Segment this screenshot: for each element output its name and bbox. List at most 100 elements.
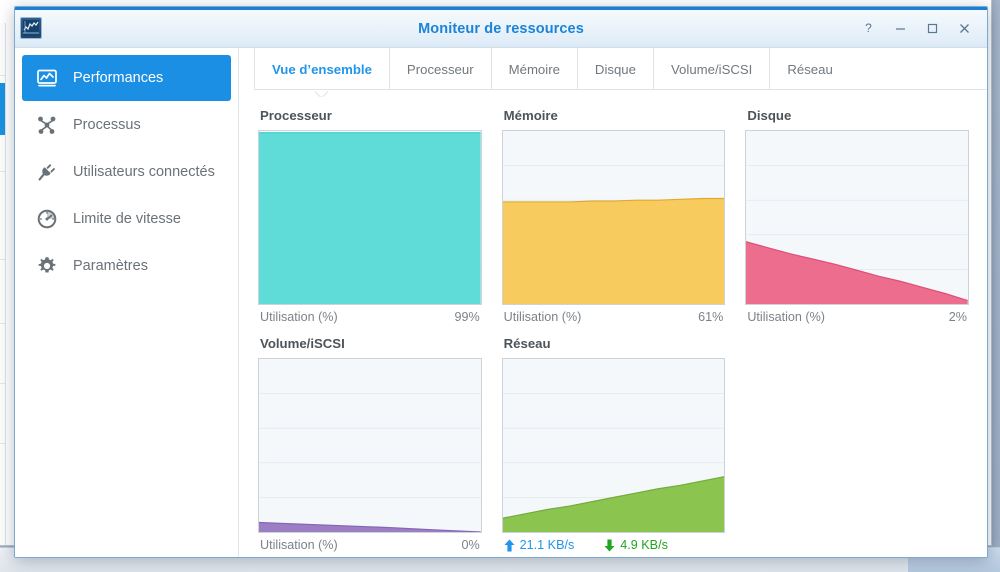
performance-chart-icon [35, 66, 59, 90]
tab-bar: Vue d’ensemble Processeur Mémoire Disque [240, 48, 987, 90]
window-body: Performances [15, 48, 987, 557]
background-window-rail: e j a rc di se s na [0, 23, 6, 545]
background-fragment: a [0, 235, 5, 249]
network-chart-footer: 21.1 KB/s 4.9 KB/s [502, 538, 726, 552]
axis-label: Utilisation (%) [260, 538, 338, 552]
cpu-usage-chart[interactable] [258, 130, 482, 305]
disk-usage-chart[interactable] [745, 130, 969, 305]
panel-volume-iscsi: Volume/iSCSI [258, 336, 482, 552]
tab-disque[interactable]: Disque [577, 48, 653, 90]
gear-icon [35, 254, 59, 278]
sidebar-item-label: Performances [73, 70, 163, 86]
tab-label: Vue d’ensemble [272, 62, 372, 77]
current-value: 0% [461, 538, 479, 552]
gridlines [259, 394, 481, 498]
sidebar-item-utilisateurs-connectes[interactable]: Utilisateurs connectés [22, 149, 231, 195]
panel-memoire: Mémoire [502, 108, 726, 324]
line-chart-icon [20, 17, 42, 39]
tab-vue-densemble[interactable]: Vue d’ensemble [254, 48, 389, 90]
cpu-chart-svg [259, 131, 481, 304]
panel-title: Réseau [504, 336, 726, 351]
axis-label: Utilisation (%) [260, 310, 338, 324]
axis-label: Utilisation (%) [747, 310, 825, 324]
sidebar-item-label: Processus [73, 117, 141, 133]
help-button[interactable]: ? [853, 15, 883, 43]
sidebar-item-limite-de-vitesse[interactable]: Limite de vitesse [22, 196, 231, 242]
background-divider [0, 443, 5, 444]
panel-title: Volume/iSCSI [260, 336, 482, 351]
background-fragment: di [0, 359, 5, 373]
sidebar-item-label: Paramètres [73, 258, 148, 274]
disk-chart-svg [746, 131, 968, 304]
background-divider [0, 75, 5, 76]
disk-chart-footer: Utilisation (%) 2% [745, 310, 969, 324]
content-area: Vue d’ensemble Processeur Mémoire Disque [239, 48, 987, 557]
volume-iscsi-usage-chart[interactable] [258, 358, 482, 533]
window-title: Moniteur de ressources [15, 21, 987, 37]
background-divider [0, 323, 5, 324]
close-button[interactable] [949, 15, 979, 43]
memory-area [503, 198, 725, 304]
network-area [503, 477, 725, 532]
network-upload-value: 21.1 KB/s [520, 538, 575, 552]
speedometer-icon [35, 207, 59, 231]
background-fragment: s [0, 493, 5, 507]
tab-reseau[interactable]: Réseau [769, 48, 849, 90]
tab-label: Volume/iSCSI [671, 62, 752, 77]
tab-volume-iscsi[interactable]: Volume/iSCSI [653, 48, 769, 90]
resource-monitor-window: Moniteur de ressources ? [14, 6, 988, 558]
cpu-chart-footer: Utilisation (%) 99% [258, 310, 482, 324]
panel-title: Disque [747, 108, 969, 123]
memory-usage-chart[interactable] [502, 130, 726, 305]
window-titlebar[interactable]: Moniteur de ressources ? [15, 7, 987, 48]
desktop: e j a rc di se s na [0, 0, 1000, 572]
process-node-icon [35, 113, 59, 137]
background-window-selected-row [0, 83, 5, 135]
tab-label: Disque [595, 62, 636, 77]
overview-charts-grid: Processeur [240, 90, 987, 557]
panel-title: Processeur [260, 108, 482, 123]
background-divider [0, 383, 5, 384]
sidebar-item-performances[interactable]: Performances [22, 55, 231, 101]
network-upload-stat: 21.1 KB/s [504, 538, 575, 552]
window-controls: ? [853, 10, 979, 47]
network-download-value: 4.9 KB/s [620, 538, 668, 552]
gridlines [503, 394, 725, 498]
svg-text:?: ? [865, 22, 872, 35]
current-value: 99% [454, 310, 479, 324]
minimize-button[interactable] [885, 15, 915, 43]
current-value: 61% [698, 310, 723, 324]
network-chart-svg [503, 359, 725, 532]
background-fragment: se [0, 419, 5, 433]
background-fragment: j [0, 149, 5, 163]
tab-memoire[interactable]: Mémoire [491, 48, 577, 90]
plug-connection-icon [35, 160, 59, 184]
sidebar-item-parametres[interactable]: Paramètres [22, 243, 231, 289]
tab-bar-underline [254, 89, 987, 90]
active-tab-indicator [315, 90, 328, 97]
arrow-up-icon [504, 539, 515, 552]
memory-chart-svg [503, 131, 725, 304]
panel-reseau: Réseau [502, 336, 726, 552]
sidebar-item-label: Utilisateurs connectés [73, 164, 215, 180]
maximize-button[interactable] [917, 15, 947, 43]
sidebar-item-processus[interactable]: Processus [22, 102, 231, 148]
current-value: 2% [949, 310, 967, 324]
tab-processeur[interactable]: Processeur [389, 48, 491, 90]
background-fragment: rc [0, 299, 5, 313]
network-download-stat: 4.9 KB/s [604, 538, 668, 552]
axis-label: Utilisation (%) [504, 310, 582, 324]
panel-title: Mémoire [504, 108, 726, 123]
network-usage-chart[interactable] [502, 358, 726, 533]
volume-chart-footer: Utilisation (%) 0% [258, 538, 482, 552]
panel-disque: Disque [745, 108, 969, 324]
tab-label: Mémoire [509, 62, 560, 77]
cpu-area [259, 133, 481, 304]
panel-processeur: Processeur [258, 108, 482, 324]
background-fragment: e [0, 57, 5, 71]
background-divider [0, 259, 5, 260]
arrow-down-icon [604, 539, 615, 552]
memory-chart-footer: Utilisation (%) 61% [502, 310, 726, 324]
sidebar-item-label: Limite de vitesse [73, 211, 181, 227]
tab-label: Processeur [407, 62, 474, 77]
